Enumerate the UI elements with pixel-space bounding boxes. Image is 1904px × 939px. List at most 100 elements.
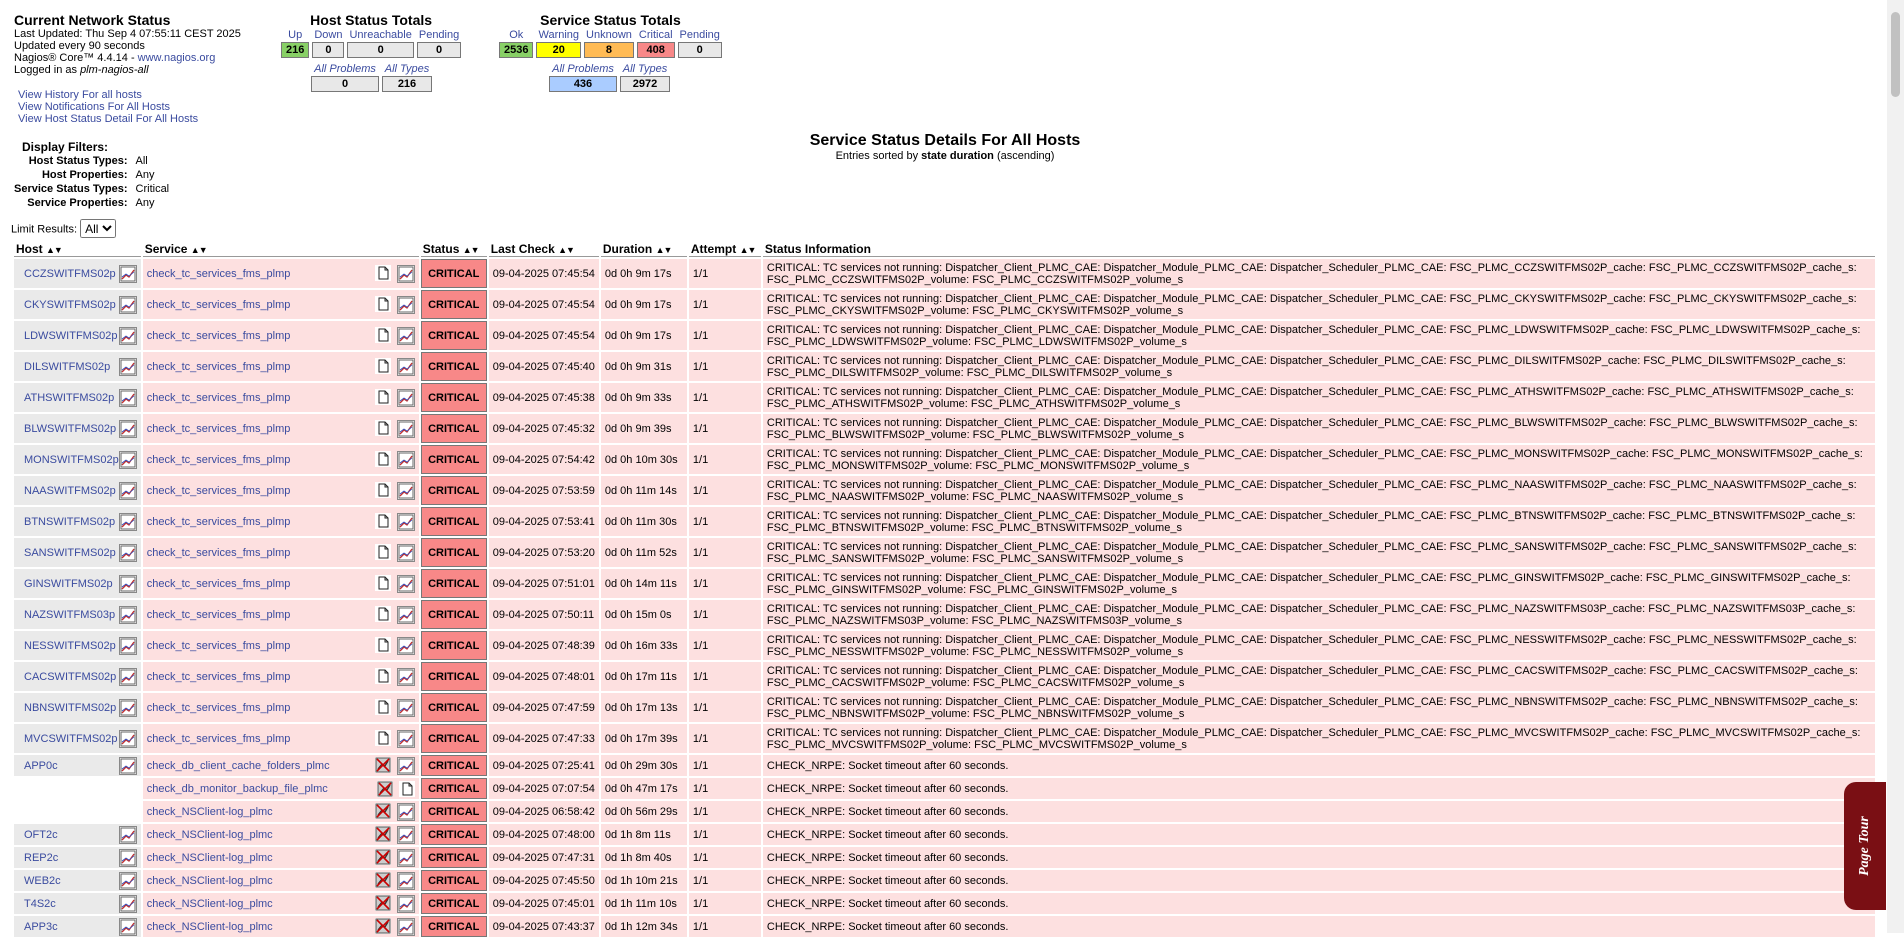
notes-icon[interactable] [374,295,391,312]
service-link[interactable]: check_tc_services_fms_plmp [147,578,291,590]
host-graph-icon[interactable] [118,543,137,562]
service-graph-icon[interactable] [396,481,415,500]
host-link[interactable]: APP3c [18,921,58,933]
host-link[interactable]: LDWSWITFMS02p [18,330,118,342]
service-graph-icon[interactable] [396,825,415,844]
notes-icon[interactable] [374,419,391,436]
service-link[interactable]: check_tc_services_fms_plmp [147,299,291,311]
service-graph-icon[interactable] [396,326,415,345]
host-link[interactable]: MONSWITFMS02p [18,454,119,466]
service-link[interactable]: check_tc_services_fms_plmp [147,485,291,497]
host-link[interactable]: NBNSWITFMS02p [18,702,116,714]
notes-icon[interactable] [374,574,391,591]
service-graph-icon[interactable] [396,419,415,438]
notes-icon[interactable] [374,605,391,622]
host-graph-icon[interactable] [118,636,137,655]
host-graph-icon[interactable] [118,419,137,438]
sort-arrows-icon[interactable]: ▲▼ [191,245,208,255]
host-up-header[interactable]: Up [281,29,309,41]
service-link[interactable]: check_NSClient-log_plmc [147,829,273,841]
host-graph-icon[interactable] [118,605,137,624]
nagios-link[interactable]: www.nagios.org [138,52,216,64]
host-graph-icon[interactable] [118,756,137,775]
svc-unknown-header[interactable]: Unknown [584,29,634,41]
service-link[interactable]: check_db_monitor_backup_file_plmc [147,783,328,795]
sort-arrows-icon[interactable]: ▲▼ [740,245,757,255]
host-link[interactable]: ATHSWITFMS02p [18,392,114,404]
service-link[interactable]: check_tc_services_fms_plmp [147,547,291,559]
host-all-problems-header[interactable]: All Problems [311,63,379,75]
host-link[interactable]: BTNSWITFMS02p [18,516,115,528]
notes-icon[interactable] [374,481,391,498]
sort-arrows-icon[interactable]: ▲▼ [656,245,673,255]
svc-warning-header[interactable]: Warning [536,29,581,41]
host-pending-header[interactable]: Pending [417,29,461,41]
service-link[interactable]: check_db_client_cache_folders_plmc [147,760,330,772]
service-link[interactable]: check_tc_services_fms_plmp [147,516,291,528]
host-link[interactable]: MVCSWITFMS02p [18,733,118,745]
host-graph-icon[interactable] [118,894,137,913]
page-tour-button[interactable]: Page Tour [1844,782,1886,910]
service-link[interactable]: check_tc_services_fms_plmp [147,733,291,745]
host-pending-count[interactable]: 0 [416,42,462,58]
svc-critical-count[interactable]: 408 [636,42,675,58]
svc-unknown-count[interactable]: 8 [584,42,634,58]
service-graph-icon[interactable] [396,574,415,593]
sort-arrows-icon[interactable]: ▲▼ [558,245,575,255]
notes-icon[interactable] [374,357,391,374]
host-graph-icon[interactable] [118,825,137,844]
host-all-types-header[interactable]: All Types [382,63,432,75]
service-link[interactable]: check_tc_services_fms_plmp [147,268,291,280]
host-link[interactable]: REP2c [18,852,58,864]
host-link[interactable]: OFT2c [18,829,58,841]
service-link[interactable]: check_tc_services_fms_plmp [147,361,291,373]
svc-all-problems-count[interactable]: 436 [549,76,617,92]
host-link[interactable]: CCZSWITFMS02p [18,268,116,280]
view-host-detail-link[interactable]: View Host Status Detail For All Hosts [18,113,198,125]
service-link[interactable]: check_tc_services_fms_plmp [147,702,291,714]
host-link[interactable]: DILSWITFMS02p [18,361,110,373]
host-graph-icon[interactable] [118,295,137,314]
notes-icon[interactable] [374,698,391,715]
view-notifications-link[interactable]: View Notifications For All Hosts [18,101,170,113]
service-link[interactable]: check_NSClient-log_plmc [147,852,273,864]
host-link[interactable]: CKYSWITFMS02p [18,299,116,311]
service-graph-icon[interactable] [396,848,415,867]
service-graph-icon[interactable] [396,543,415,562]
sort-arrows-icon[interactable]: ▲▼ [46,245,63,255]
service-link[interactable]: check_NSClient-log_plmc [147,806,273,818]
service-graph-icon[interactable] [396,450,415,469]
host-link[interactable]: T4S2c [18,898,56,910]
host-link[interactable]: SANSWITFMS02p [18,547,116,559]
service-graph-icon[interactable] [396,871,415,890]
host-graph-icon[interactable] [118,481,137,500]
service-link[interactable]: check_tc_services_fms_plmp [147,671,291,683]
host-down-header[interactable]: Down [312,29,344,41]
service-graph-icon[interactable] [396,894,415,913]
svc-pending-count[interactable]: 0 [677,42,722,58]
service-graph-icon[interactable] [396,264,415,283]
host-graph-icon[interactable] [118,326,137,345]
host-down-count[interactable]: 0 [312,42,345,58]
service-link[interactable]: check_tc_services_fms_plmp [147,640,291,652]
host-graph-icon[interactable] [118,698,137,717]
host-graph-icon[interactable] [118,264,137,283]
host-unreachable-count[interactable]: 0 [347,42,414,58]
notes-icon[interactable] [374,512,391,529]
host-all-problems-count[interactable]: 0 [311,76,379,92]
host-link[interactable]: WEB2c [18,875,61,887]
host-link[interactable]: GINSWITFMS02p [18,578,113,590]
service-link[interactable]: check_tc_services_fms_plmp [147,454,291,466]
service-link[interactable]: check_tc_services_fms_plmp [147,330,291,342]
notes-icon[interactable] [374,729,391,746]
service-link[interactable]: check_tc_services_fms_plmp [147,609,291,621]
host-unreachable-header[interactable]: Unreachable [347,29,413,41]
host-graph-icon[interactable] [118,729,137,748]
host-all-types-count[interactable]: 216 [382,76,432,92]
notes-icon[interactable] [374,543,391,560]
service-link[interactable]: check_tc_services_fms_plmp [147,392,291,404]
svc-all-types-count[interactable]: 2972 [620,76,670,92]
notes-icon[interactable] [398,780,415,797]
host-link[interactable]: NAASWITFMS02p [18,485,116,497]
host-graph-icon[interactable] [118,450,137,469]
